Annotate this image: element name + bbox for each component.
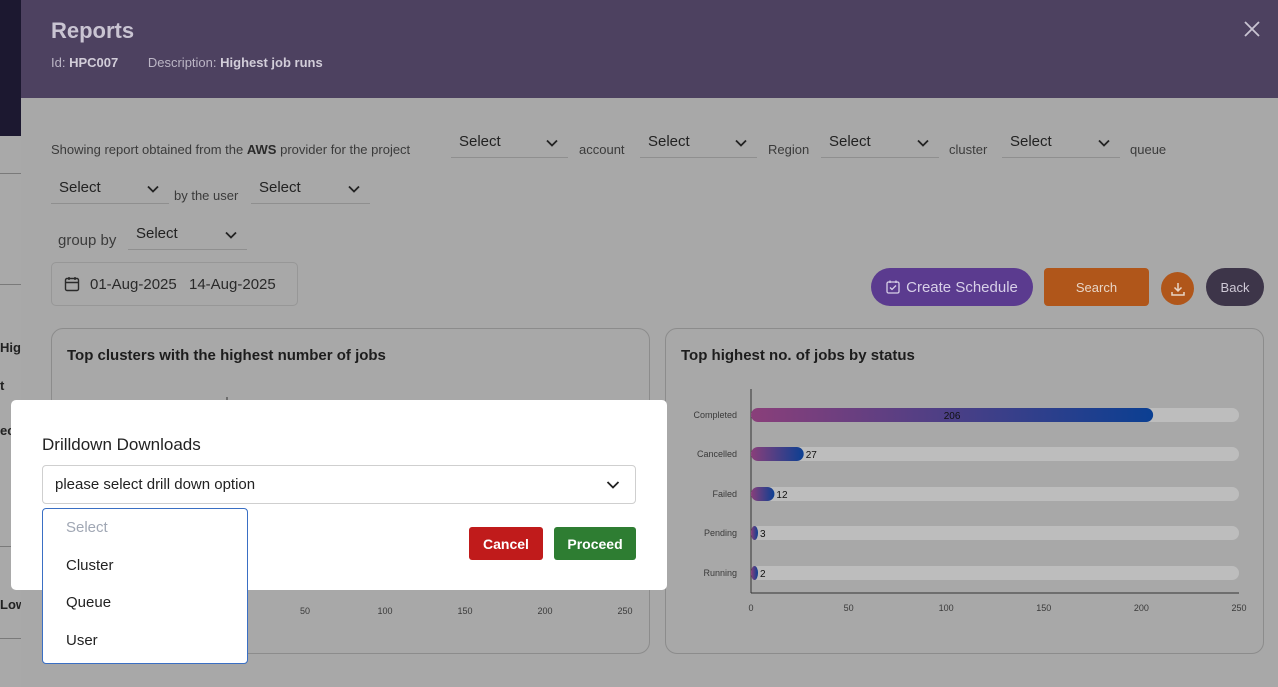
calendar-check-icon	[886, 280, 900, 294]
background-sidebar	[0, 0, 22, 136]
status-chart-card: Top highest no. of jobs by status Comple…	[665, 328, 1264, 654]
queue-select[interactable]: Select	[51, 174, 169, 204]
cluster-select[interactable]: Select	[1002, 128, 1120, 158]
id-label: Id:	[51, 55, 66, 70]
category-label: Failed	[712, 489, 737, 499]
group-by-label: group by	[58, 232, 117, 249]
date-start: 01-Aug-2025	[90, 276, 177, 293]
report-meta: Id: HPC007 Description: Highest job runs	[51, 55, 323, 70]
bar-running	[751, 566, 758, 580]
search-button[interactable]: Search	[1044, 268, 1149, 306]
category-label: Cancelled	[697, 449, 737, 459]
chevron-down-icon	[147, 185, 159, 193]
data-label: 27	[806, 450, 818, 461]
x-tick-label: 200	[1134, 603, 1149, 613]
x-tick-label: 250	[617, 606, 632, 616]
x-tick-label: 250	[1231, 603, 1246, 613]
category-label: Completed	[693, 410, 737, 420]
group-by-select[interactable]: Select	[128, 220, 247, 250]
chevron-down-icon	[917, 139, 929, 147]
drawer-header: Reports Id: HPC007 Description: Highest …	[21, 0, 1278, 98]
chevron-down-icon	[348, 185, 360, 193]
region-select[interactable]: Select	[821, 128, 939, 158]
calendar-icon	[64, 277, 80, 292]
back-button[interactable]: Back	[1206, 268, 1264, 306]
modal-title: Drilldown Downloads	[42, 435, 201, 454]
bar-track	[751, 566, 1239, 580]
data-label: 12	[776, 490, 788, 501]
x-tick-label: 150	[457, 606, 472, 616]
x-tick-label: 200	[537, 606, 552, 616]
background-text: t	[0, 378, 5, 393]
x-tick-label: 100	[377, 606, 392, 616]
cluster-label: cluster	[949, 142, 988, 157]
background-text: Low	[0, 597, 22, 612]
x-tick-label: 0	[748, 603, 753, 613]
download-button[interactable]	[1161, 272, 1194, 305]
option-queue[interactable]: Queue	[66, 594, 111, 611]
user-select[interactable]: Select	[251, 174, 370, 204]
background-text: High	[0, 340, 22, 355]
description-value: Highest job runs	[220, 55, 323, 70]
page-title: Reports	[51, 18, 135, 43]
x-tick-label: 100	[939, 603, 954, 613]
provider-name: AWS	[246, 142, 277, 157]
category-label: Running	[703, 568, 737, 578]
data-label: 2	[760, 569, 766, 580]
account-select[interactable]: Select	[640, 128, 757, 158]
background-divider	[0, 284, 22, 285]
option-user[interactable]: User	[66, 632, 98, 649]
bar-pending	[751, 526, 758, 540]
x-tick-label: 150	[1036, 603, 1051, 613]
user-label: by the user	[174, 188, 239, 203]
background-divider	[0, 173, 22, 174]
account-label: account	[579, 142, 625, 157]
date-end: 14-Aug-2025	[189, 276, 276, 293]
bar-failed	[751, 487, 775, 501]
chevron-down-icon	[225, 231, 237, 239]
proceed-button[interactable]: Proceed	[554, 527, 636, 560]
option-cluster[interactable]: Cluster	[66, 557, 114, 574]
status-chart: Completed 206 Cancelled 27 Failed 12 Pending 3 R…	[693, 389, 1247, 613]
create-schedule-button[interactable]: Create Schedule	[871, 268, 1033, 306]
drilldown-select[interactable]: please select drill down option	[42, 465, 636, 504]
data-label: 3	[760, 529, 766, 540]
category-label: Pending	[704, 528, 737, 538]
chevron-down-icon	[546, 139, 558, 147]
description-label: Description:	[147, 55, 217, 70]
close-icon[interactable]	[1242, 20, 1262, 40]
bar-track	[751, 447, 1239, 461]
filter-sentence: Showing report obtained from the AWS pro…	[51, 142, 411, 157]
chevron-down-icon	[1098, 139, 1110, 147]
drilldown-options-list: Select Cluster Queue User	[42, 508, 248, 664]
chevron-down-icon	[606, 481, 620, 489]
date-range-picker[interactable]: 01-Aug-2025 14-Aug-2025	[51, 262, 298, 306]
x-tick-label: 50	[300, 606, 310, 616]
bar-track	[751, 526, 1239, 540]
cancel-button[interactable]: Cancel	[469, 527, 543, 560]
download-icon	[1170, 282, 1185, 296]
bar-track	[751, 487, 1239, 501]
id-value: HPC007	[69, 55, 119, 70]
queue-label: queue	[1130, 142, 1167, 157]
option-select[interactable]: Select	[66, 519, 108, 536]
data-label: 206	[944, 411, 961, 422]
x-tick-label: 50	[844, 603, 854, 613]
project-select[interactable]: Select	[451, 128, 568, 158]
chevron-down-icon	[735, 139, 747, 147]
bar-cancelled	[751, 447, 804, 461]
background-divider	[0, 638, 22, 639]
region-label: Region	[768, 142, 810, 157]
